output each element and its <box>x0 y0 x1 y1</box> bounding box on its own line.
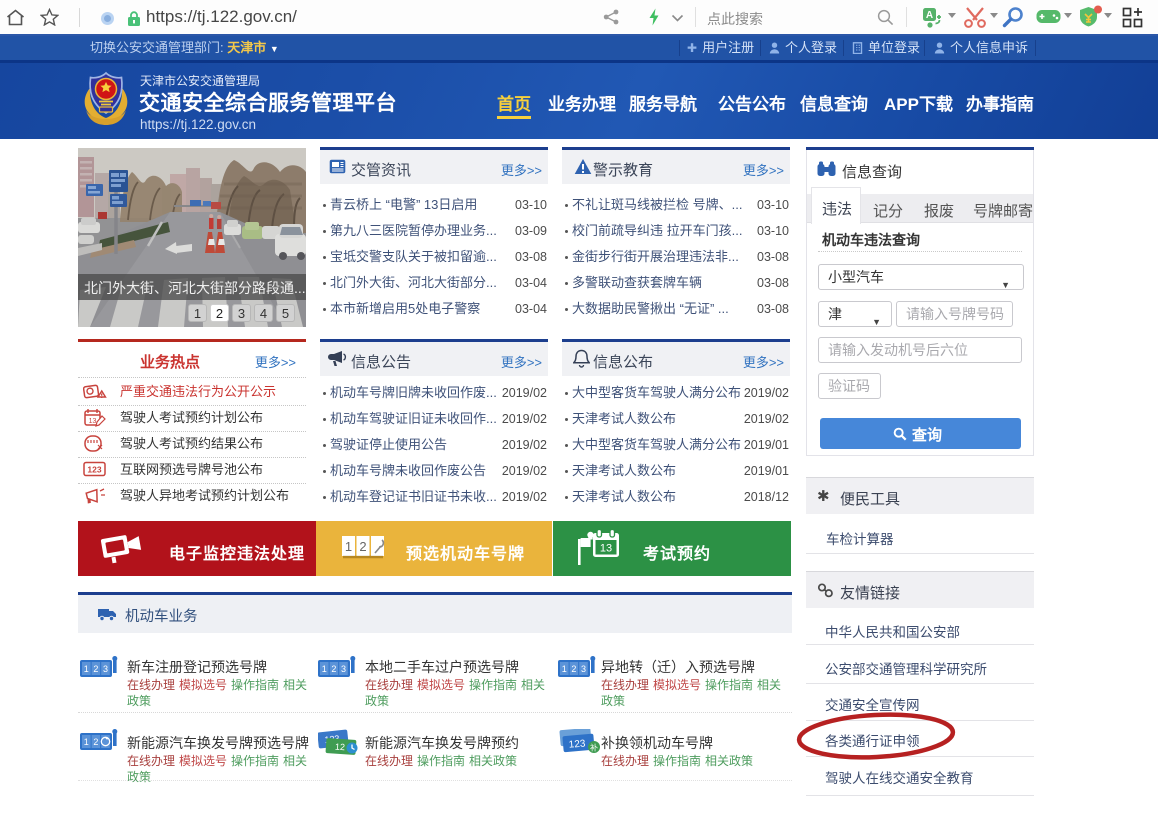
svg-text:3: 3 <box>581 664 586 674</box>
svg-text:123: 123 <box>87 465 101 475</box>
svg-text:2: 2 <box>331 664 336 674</box>
svg-text:2: 2 <box>93 737 98 747</box>
svg-text:补: 补 <box>590 743 598 753</box>
svg-text:12: 12 <box>335 742 346 753</box>
svg-text:1: 1 <box>84 737 89 747</box>
svg-text:1: 1 <box>562 664 567 674</box>
svg-text:2: 2 <box>571 664 576 674</box>
svg-text:2: 2 <box>359 539 366 554</box>
svg-text:1: 1 <box>322 664 327 674</box>
svg-text:3: 3 <box>341 664 346 674</box>
svg-text:123: 123 <box>568 738 586 750</box>
svg-text:13: 13 <box>89 418 97 425</box>
svg-text:1: 1 <box>345 539 352 554</box>
svg-text:2: 2 <box>93 664 98 674</box>
svg-text:A: A <box>926 10 933 21</box>
svg-text:1: 1 <box>84 664 89 674</box>
svg-text:3: 3 <box>103 664 108 674</box>
svg-text:13: 13 <box>600 543 612 555</box>
